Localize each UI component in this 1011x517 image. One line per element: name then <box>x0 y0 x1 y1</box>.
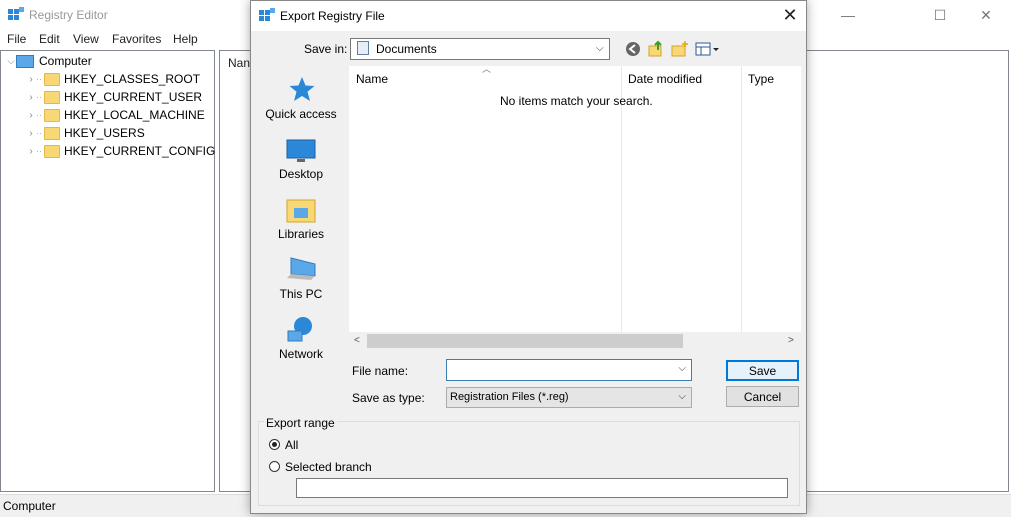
registry-app-icon <box>8 7 24 23</box>
chevron-right-icon[interactable]: › <box>26 128 36 139</box>
place-desktop[interactable]: Desktop <box>258 167 344 181</box>
pc-icon[interactable] <box>285 256 316 282</box>
minimize-button[interactable]: — <box>825 0 871 30</box>
dialog-title: Export Registry File <box>280 9 385 23</box>
chevron-right-icon[interactable]: › <box>26 146 36 157</box>
tree-item-computer[interactable]: ⌵ Computer <box>6 52 92 70</box>
new-folder-icon[interactable] <box>671 40 689 58</box>
maximize-button[interactable]: ☐ <box>917 0 963 30</box>
save-as-type-label: Save as type: <box>352 391 425 405</box>
save-as-type-value: Registration Files (*.reg) <box>450 391 569 403</box>
tree-item-label: HKEY_USERS <box>64 126 145 140</box>
tree-item-hku[interactable]: › ·· HKEY_USERS <box>26 124 145 142</box>
tree-item-hkcc[interactable]: › ·· HKEY_CURRENT_CONFIG <box>26 142 215 160</box>
file-list[interactable] <box>349 66 801 350</box>
column-divider[interactable] <box>741 66 742 332</box>
tree-item-hklm[interactable]: › ·· HKEY_LOCAL_MACHINE <box>26 106 205 124</box>
place-libraries[interactable]: Libraries <box>258 227 344 241</box>
tree-item-hkcu[interactable]: › ·· HKEY_CURRENT_USER <box>26 88 202 106</box>
computer-icon <box>16 54 34 68</box>
libraries-icon[interactable] <box>286 196 316 223</box>
tree-item-label: HKEY_CURRENT_CONFIG <box>64 144 216 158</box>
radio-selected-branch-label[interactable]: Selected branch <box>285 460 372 474</box>
values-column-header[interactable]: Nan <box>228 56 250 70</box>
tree-item-label: Computer <box>39 54 92 68</box>
chevron-down-icon[interactable]: ⌵ <box>678 391 686 402</box>
save-in-value: Documents <box>376 42 437 56</box>
tree-item-label: HKEY_LOCAL_MACHINE <box>64 108 205 122</box>
folder-icon <box>44 90 60 104</box>
column-date-modified[interactable]: Date modified <box>628 72 702 86</box>
status-text: Computer <box>3 499 56 513</box>
scrollbar-thumb[interactable] <box>367 334 683 348</box>
empty-list-message: No items match your search. <box>500 94 653 108</box>
file-name-input[interactable]: ⌵ <box>446 359 692 381</box>
close-window-button[interactable]: ✕ <box>963 0 1009 30</box>
up-folder-icon[interactable] <box>647 40 665 58</box>
radio-selected-dot <box>272 442 277 447</box>
chevron-right-icon[interactable]: › <box>26 74 36 85</box>
radio-all-label[interactable]: All <box>285 438 298 452</box>
radio-all[interactable] <box>269 439 280 450</box>
save-in-label: Save in: <box>304 42 348 56</box>
tree-item-label: HKEY_CLASSES_ROOT <box>64 72 201 86</box>
network-icon[interactable] <box>286 315 314 342</box>
view-menu-icon[interactable] <box>695 40 721 58</box>
chevron-right-icon[interactable]: › <box>26 110 36 121</box>
menu-edit[interactable]: Edit <box>39 32 60 46</box>
menu-view[interactable]: View <box>73 32 99 46</box>
save-button[interactable]: Save <box>726 360 799 381</box>
export-range-label: Export range <box>264 416 337 430</box>
menu-file[interactable]: File <box>7 32 26 46</box>
sort-up-icon: ︿ <box>482 64 492 74</box>
column-name[interactable]: Name <box>356 72 388 86</box>
place-quick-access[interactable]: Quick access <box>258 107 344 121</box>
chevron-down-icon[interactable]: ⌵ <box>596 43 604 54</box>
cancel-button[interactable]: Cancel <box>726 386 799 407</box>
folder-icon <box>44 108 60 122</box>
menu-favorites[interactable]: Favorites <box>112 32 161 46</box>
file-name-label: File name: <box>352 364 409 378</box>
place-this-pc[interactable]: This PC <box>258 287 344 301</box>
document-icon <box>357 41 369 55</box>
chevron-down-icon[interactable]: ⌵ <box>6 56 16 67</box>
registry-window-title: Registry Editor <box>29 8 108 22</box>
column-type[interactable]: Type <box>748 72 774 86</box>
selected-branch-input[interactable] <box>296 478 788 498</box>
chevron-right-icon[interactable]: › <box>26 92 36 103</box>
desktop-icon[interactable] <box>286 138 316 164</box>
star-icon[interactable] <box>288 76 316 102</box>
tree-item-hkcr[interactable]: › ·· HKEY_CLASSES_ROOT <box>26 70 200 88</box>
folder-icon <box>44 72 60 86</box>
scroll-left-icon[interactable]: < <box>354 335 360 346</box>
scroll-right-icon[interactable]: > <box>788 335 794 346</box>
registry-app-icon <box>259 8 275 24</box>
folder-icon <box>44 126 60 140</box>
back-icon[interactable] <box>624 40 642 58</box>
folder-icon <box>44 144 60 158</box>
tree-item-label: HKEY_CURRENT_USER <box>64 90 203 104</box>
menu-help[interactable]: Help <box>173 32 198 46</box>
radio-selected-branch[interactable] <box>269 461 280 472</box>
chevron-down-icon[interactable]: ⌵ <box>678 363 686 374</box>
dialog-close-button[interactable]: ✕ <box>776 4 804 26</box>
place-network[interactable]: Network <box>258 347 344 361</box>
